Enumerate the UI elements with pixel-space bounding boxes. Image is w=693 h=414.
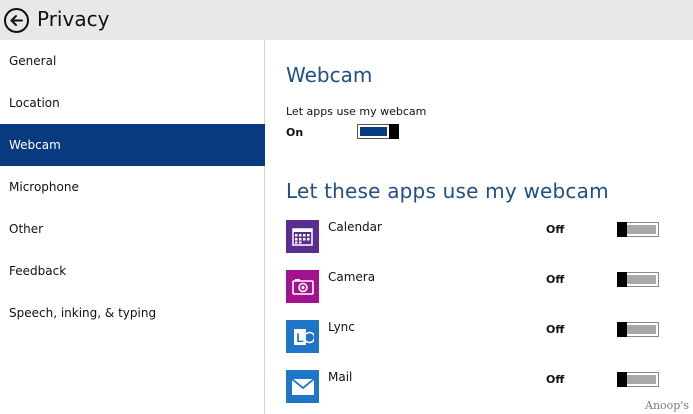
app-row-calendar: Calendar Off bbox=[286, 220, 686, 254]
app-name: Camera bbox=[328, 270, 376, 284]
section-title: Webcam bbox=[286, 63, 373, 87]
lync-toggle[interactable] bbox=[617, 322, 659, 337]
apps-section-title: Let these apps use my webcam bbox=[286, 179, 609, 203]
camera-icon bbox=[291, 279, 314, 295]
app-name: Lync bbox=[328, 320, 355, 334]
toggle-track-fill bbox=[627, 325, 656, 334]
webcam-toggle[interactable] bbox=[357, 124, 399, 139]
sidebar-item-general[interactable]: General bbox=[0, 40, 265, 82]
app-name: Calendar bbox=[328, 220, 382, 234]
back-button[interactable] bbox=[4, 8, 29, 33]
mail-toggle[interactable] bbox=[617, 372, 659, 387]
calendar-toggle[interactable] bbox=[617, 222, 659, 237]
toggle-track-fill bbox=[360, 127, 387, 136]
webcam-toggle-state: On bbox=[286, 126, 304, 139]
toggle-track-fill bbox=[627, 225, 656, 234]
calendar-tile bbox=[286, 220, 319, 253]
toggle-track-fill bbox=[627, 275, 656, 284]
sidebar-item-speech-inking-typing[interactable]: Speech, inking, & typing bbox=[0, 292, 265, 334]
sidebar-item-location[interactable]: Location bbox=[0, 82, 265, 124]
lync-icon: L bbox=[293, 328, 314, 345]
mail-tile bbox=[286, 370, 319, 403]
sidebar-item-webcam[interactable]: Webcam bbox=[0, 124, 265, 166]
mail-icon bbox=[290, 377, 315, 395]
toggle-track-fill bbox=[627, 375, 656, 384]
app-state: Off bbox=[546, 273, 565, 286]
toggle-thumb bbox=[617, 272, 627, 287]
sidebar-item-feedback[interactable]: Feedback bbox=[0, 250, 265, 292]
title-bar: Privacy bbox=[0, 0, 693, 40]
app-state: Off bbox=[546, 373, 565, 386]
app-row-mail: Mail Off bbox=[286, 370, 686, 404]
app-state: Off bbox=[546, 323, 565, 336]
camera-toggle[interactable] bbox=[617, 272, 659, 287]
camera-tile bbox=[286, 270, 319, 303]
sidebar-item-microphone[interactable]: Microphone bbox=[0, 166, 265, 208]
app-row-lync: L Lync Off bbox=[286, 320, 686, 354]
watermark: Anoop's bbox=[645, 399, 689, 412]
sidebar: General Location Webcam Microphone Other… bbox=[0, 40, 265, 414]
webcam-toggle-label: Let apps use my webcam bbox=[286, 105, 427, 118]
svg-text:L: L bbox=[296, 331, 303, 345]
toggle-thumb bbox=[617, 222, 627, 237]
toggle-thumb bbox=[617, 322, 627, 337]
lync-tile: L bbox=[286, 320, 319, 353]
main-content: Webcam Let apps use my webcam On Let the… bbox=[266, 40, 693, 414]
app-state: Off bbox=[546, 223, 565, 236]
page-title: Privacy bbox=[37, 7, 110, 31]
back-arrow-icon bbox=[10, 15, 23, 26]
sidebar-item-other[interactable]: Other bbox=[0, 208, 265, 250]
toggle-thumb bbox=[617, 372, 627, 387]
calendar-icon bbox=[292, 228, 313, 246]
app-name: Mail bbox=[328, 370, 353, 384]
app-row-camera: Camera Off bbox=[286, 270, 686, 304]
toggle-thumb bbox=[389, 124, 399, 139]
